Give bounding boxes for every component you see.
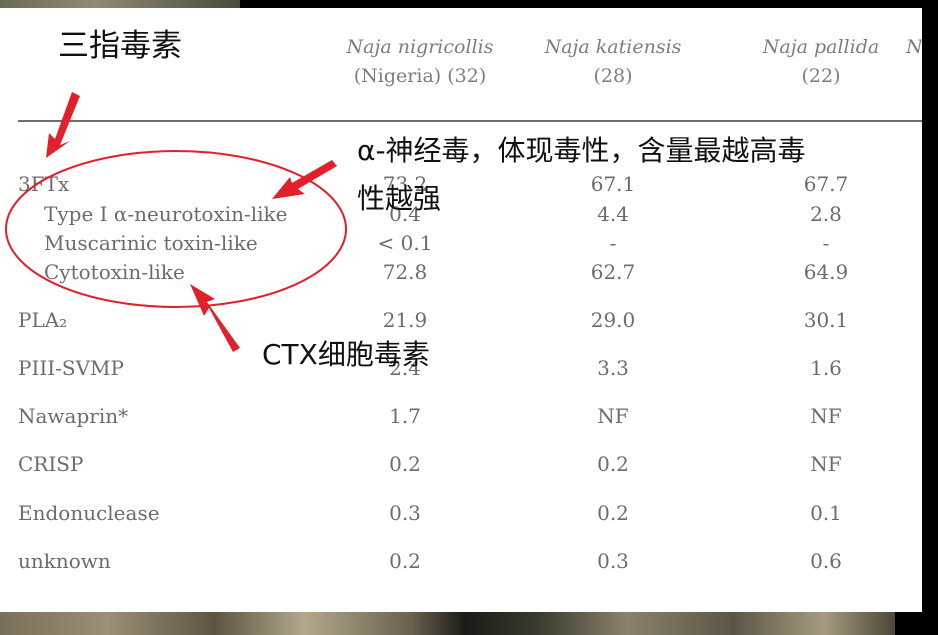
row-value: 0.6 (810, 549, 842, 573)
row-value: 0.2 (389, 549, 421, 573)
row-value: 62.7 (590, 260, 636, 284)
row-value: 64.9 (803, 260, 849, 284)
column-header-pallida: Naja pallida (22) (736, 33, 906, 91)
column-header-cropped: N (906, 33, 922, 62)
row-value: 4.4 (597, 202, 629, 226)
column-species: Naja pallida (762, 36, 880, 58)
table-row: Muscarinic toxin-like < 0.1 - - (0, 228, 922, 258)
row-label: Cytotoxin-like (44, 260, 185, 284)
row-value: < 0.1 (377, 231, 433, 255)
background-photo-bottom-edge (0, 612, 895, 635)
document-page: Naja nigricollis (Nigeria) (32) Naja kat… (0, 8, 922, 612)
row-value: 3.3 (597, 356, 629, 380)
annotation-alpha-neurotoxin-line1: α-神经毒，体现毒性，含量最越高毒 (357, 134, 806, 167)
row-value: 21.9 (382, 308, 428, 332)
row-value: 29.0 (590, 308, 636, 332)
row-label: unknown (18, 549, 111, 573)
table-row: 3FTx 73.2 67.1 67.7 (0, 169, 922, 199)
table-row: Cytotoxin-like 72.8 62.7 64.9 (0, 257, 922, 287)
row-value: NF (810, 404, 842, 428)
row-label: CRISP (18, 452, 84, 476)
row-label: PLA₂ (18, 308, 68, 332)
table-row: CRISP 0.2 0.2 NF (0, 449, 922, 479)
column-species: N (906, 36, 922, 58)
annotation-ctx-cytotoxin: CTX细胞毒素 (262, 338, 430, 371)
row-value: 0.3 (389, 501, 421, 525)
row-value: 0.1 (810, 501, 842, 525)
row-value: 72.8 (382, 260, 428, 284)
row-value: 30.1 (803, 308, 849, 332)
column-header-nigricollis: Naja nigricollis (Nigeria) (32) (330, 33, 510, 91)
row-value: 0.2 (597, 501, 629, 525)
column-species: Naja katiensis (544, 36, 682, 58)
row-label: Nawaprin* (18, 404, 129, 428)
row-label: Endonuclease (18, 501, 160, 525)
column-sample-count: (Nigeria) (32) (353, 65, 487, 87)
row-value: - (822, 231, 830, 255)
row-value: - (609, 231, 617, 255)
row-value: 0.2 (597, 452, 629, 476)
row-value: 0.3 (597, 549, 629, 573)
column-header-katiensis: Naja katiensis (28) (528, 33, 698, 91)
row-label: 3FTx (18, 172, 70, 196)
column-species: Naja nigricollis (346, 36, 494, 58)
row-label: PIII-SVMP (18, 356, 124, 380)
table-row: Type I α-neurotoxin-like 0.4 4.4 2.8 (0, 199, 922, 229)
row-value: 67.1 (590, 172, 636, 196)
row-value: 1.7 (389, 404, 421, 428)
row-value: 1.6 (810, 356, 842, 380)
row-label: Type I α-neurotoxin-like (44, 202, 288, 226)
table-row: unknown 0.2 0.3 0.6 (0, 546, 922, 576)
row-value: NF (810, 452, 842, 476)
table-row: PLA₂ 21.9 29.0 30.1 (0, 305, 922, 335)
row-value: NF (597, 404, 629, 428)
header-rule (18, 120, 922, 122)
column-sample-count: (28) (593, 65, 633, 87)
annotation-three-finger-toxin: 三指毒素 (58, 28, 182, 64)
table-row: PIII-SVMP 2.4 3.3 1.6 (0, 353, 922, 383)
row-value: 67.7 (803, 172, 849, 196)
table-row: Endonuclease 0.3 0.2 0.1 (0, 498, 922, 528)
annotation-alpha-neurotoxin-line2: 性越强 (357, 182, 442, 215)
row-value: 2.8 (810, 202, 842, 226)
column-sample-count: (22) (801, 65, 841, 87)
table-row: Nawaprin* 1.7 NF NF (0, 401, 922, 431)
row-value: 0.2 (389, 452, 421, 476)
row-label: Muscarinic toxin-like (44, 231, 258, 255)
